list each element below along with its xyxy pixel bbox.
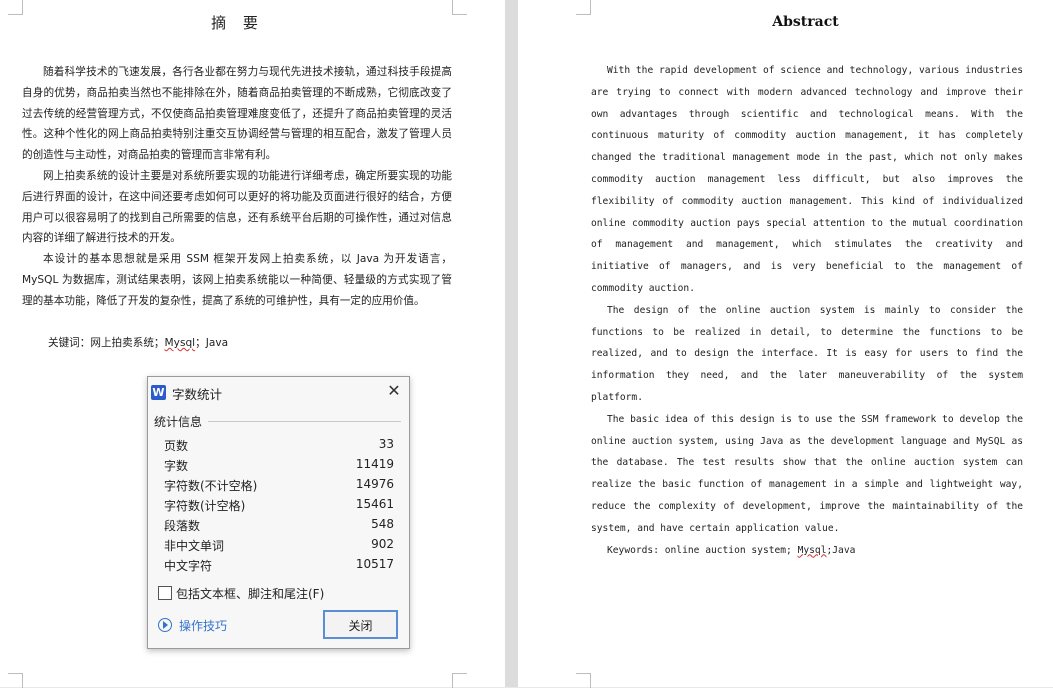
stat-row-chars-no-spaces: 字符数(不计空格) 14976 [164, 477, 394, 497]
chinese-abstract-title: 摘 要 [211, 14, 264, 32]
english-paragraph: The basic idea of this design is to use … [591, 413, 1023, 534]
stat-label: 非中文单词 [164, 539, 225, 553]
page-corner-mark [576, 673, 591, 688]
group-divider [208, 421, 401, 422]
stat-value: 902 [371, 537, 394, 551]
stat-label: 字符数(计空格) [164, 499, 246, 513]
stat-row-paragraphs: 段落数 548 [164, 517, 394, 537]
stat-value: 14976 [355, 477, 394, 491]
stat-row-chars-with-spaces: 字符数(计空格) 15461 [164, 497, 394, 517]
stat-row-pages: 页数 33 [164, 437, 394, 457]
chinese-paragraph: 本设计的基本思想就是采用 SSM 框架开发网上拍卖系统，以 Java 为开发语言… [22, 253, 452, 307]
chinese-paragraph: 随着科学技术的飞速发展，各行各业都在努力与现代先进技术接轨，通过科技手段提高自身… [22, 66, 452, 162]
keywords-suffix: ；Java [195, 337, 229, 349]
stat-row-non-chinese-words: 非中文单词 902 [164, 537, 394, 557]
stat-value: 548 [371, 517, 394, 531]
stat-value: 15461 [355, 497, 394, 511]
stat-value: 11419 [355, 457, 394, 471]
keywords-prefix: Keywords: online auction system; [607, 544, 798, 556]
chinese-abstract-body[interactable]: 随着科学技术的飞速发展，各行各业都在努力与现代先进技术接轨，通过科技手段提高自身… [22, 62, 452, 312]
tips-label[interactable]: 操作技巧 [179, 617, 227, 634]
page-corner-mark [452, 673, 467, 688]
keywords-suffix: ;Java [826, 544, 856, 556]
stat-label: 中文字符 [164, 559, 213, 573]
english-paragraph: The design of the online auction system … [591, 304, 1023, 403]
page-gap [505, 0, 518, 687]
stat-label: 段落数 [164, 519, 201, 533]
chinese-paragraph: 网上拍卖系统的设计主要是对系统所要实现的功能进行详细考虑，确定所要实现的功能后进… [22, 169, 452, 245]
group-label: 统计信息 [154, 415, 203, 429]
dialog-titlebar[interactable]: W 字数统计 ✕ [148, 377, 409, 407]
wps-writer-icon: W [151, 385, 166, 400]
checkbox-label[interactable]: 包括文本框、脚注和尾注(F) [176, 585, 324, 602]
document-page-right: Abstract With the rapid development of s… [518, 0, 1053, 688]
stat-row-chinese-chars: 中文字符 10517 [164, 557, 394, 577]
stat-value: 33 [378, 437, 394, 451]
english-abstract-title: Abstract [772, 14, 839, 30]
english-abstract-body[interactable]: With the rapid development of science an… [591, 60, 1023, 561]
stat-row-words: 字数 11419 [164, 457, 394, 477]
play-circle-icon [158, 618, 172, 632]
word-count-dialog: W 字数统计 ✕ 统计信息 页数 33 字数 11419 字符数(不计空格) 1… [147, 376, 410, 649]
english-keywords: Keywords: online auction system; Mysql;J… [591, 540, 1023, 562]
dialog-title: 字数统计 [172, 387, 223, 402]
keywords-prefix: 关键词：网上拍卖系统； [48, 337, 165, 349]
english-paragraph: With the rapid development of science an… [591, 65, 1023, 294]
page-corner-mark [576, 0, 591, 15]
close-button[interactable]: 关闭 [323, 610, 398, 639]
chinese-keywords: 关键词：网上拍卖系统；Mysql；Java [48, 335, 228, 350]
stat-value: 10517 [355, 557, 394, 571]
stat-label: 字符数(不计空格) [164, 479, 258, 493]
page-corner-mark [8, 673, 23, 688]
spelling-error-word[interactable]: Mysql [165, 337, 196, 349]
stat-label: 页数 [164, 439, 189, 453]
close-icon[interactable]: ✕ [386, 383, 402, 399]
spelling-error-word[interactable]: Mysql [798, 545, 827, 556]
stat-label: 字数 [164, 459, 189, 473]
include-textboxes-checkbox[interactable] [158, 586, 172, 600]
